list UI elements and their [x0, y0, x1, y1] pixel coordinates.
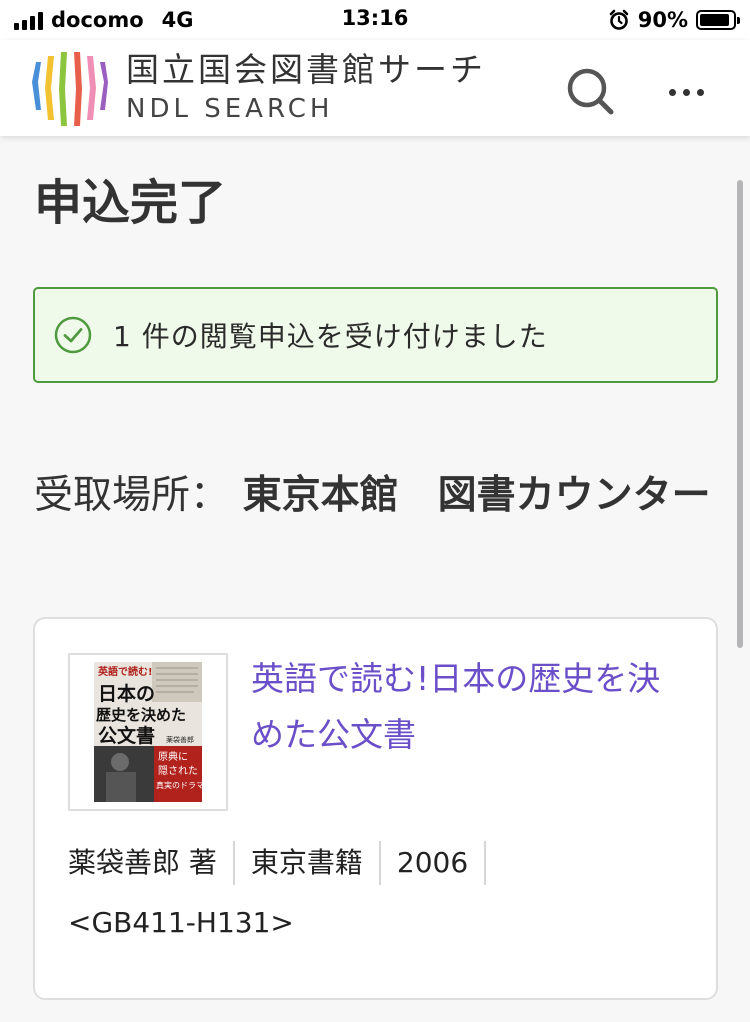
ndl-logo-icon[interactable]: [30, 48, 110, 130]
search-icon[interactable]: [562, 64, 618, 120]
cover-top-label: 英語で読む!: [97, 665, 153, 678]
cover-title-line-1: 日本の: [98, 682, 155, 705]
book-author: 薬袋善郎 著: [68, 841, 235, 885]
cover-subtitle-1: 原典に: [158, 750, 188, 763]
scrollbar[interactable]: [737, 180, 743, 648]
battery-fill: [700, 14, 729, 26]
cover-title-line-3: 公文書: [98, 724, 155, 747]
cover-subtitle-2: 隠された: [158, 765, 198, 777]
logo-stripe: [74, 52, 82, 126]
pickup-location: 受取場所： 東京本館 図書カウンター: [34, 466, 724, 526]
call-number: <GB411-H131>: [68, 906, 294, 939]
logo-stripe: [100, 62, 108, 110]
pickup-label: 受取場所：: [34, 473, 230, 518]
book-title-link[interactable]: 英語で読む!日本の歴史を決めた公文書: [251, 651, 691, 763]
success-alert: 1 件の閲覧申込を受け付けました: [33, 287, 718, 383]
status-bar-right: 90%: [608, 6, 740, 34]
pickup-value: 東京本館 図書カウンター: [242, 473, 711, 518]
logo-stripe: [45, 56, 54, 120]
logo-stripe: [32, 62, 41, 110]
book-year: 2006: [381, 841, 487, 885]
book-publisher: 東京書籍: [235, 841, 381, 885]
logo-japanese: 国立国会図書館サーチ: [126, 50, 486, 89]
book-cover-image: 英語で読む! 日本の 歴史を決めた 公文書 薬袋善郎 原典に 隠された 真実のド…: [94, 662, 204, 802]
alarm-icon: [609, 9, 629, 30]
book-cover-thumbnail[interactable]: 英語で読む! 日本の 歴史を決めた 公文書 薬袋善郎 原典に 隠された 真実のド…: [68, 653, 228, 811]
app-header: 国立国会図書館サーチ NDL SEARCH: [0, 40, 750, 136]
check-circle-icon: [54, 316, 92, 354]
cover-author: 薬袋善郎: [166, 735, 194, 744]
logo-text[interactable]: 国立国会図書館サーチ NDL SEARCH: [126, 50, 486, 126]
alert-message: 1 件の閲覧申込を受け付けました: [113, 320, 548, 353]
status-bar: docomo 4G 13:16 90%: [0, 0, 750, 40]
item-card: 英語で読む! 日本の 歴史を決めた 公文書 薬袋善郎 原典に 隠された 真実のド…: [33, 617, 718, 1000]
cover-subtitle-3: 真実のドラマ: [156, 780, 202, 790]
battery-percent: 90%: [637, 8, 688, 32]
battery-icon: [696, 10, 740, 30]
logo-english: NDL SEARCH: [126, 94, 334, 124]
logo-stripe: [59, 52, 67, 126]
page-title: 申込完了: [34, 175, 227, 231]
logo-stripe: [87, 56, 96, 120]
more-icon[interactable]: [658, 74, 714, 110]
book-meta: 薬袋善郎 著 東京書籍 2006: [68, 841, 487, 885]
cover-title-line-2: 歴史を決めた: [96, 706, 186, 724]
